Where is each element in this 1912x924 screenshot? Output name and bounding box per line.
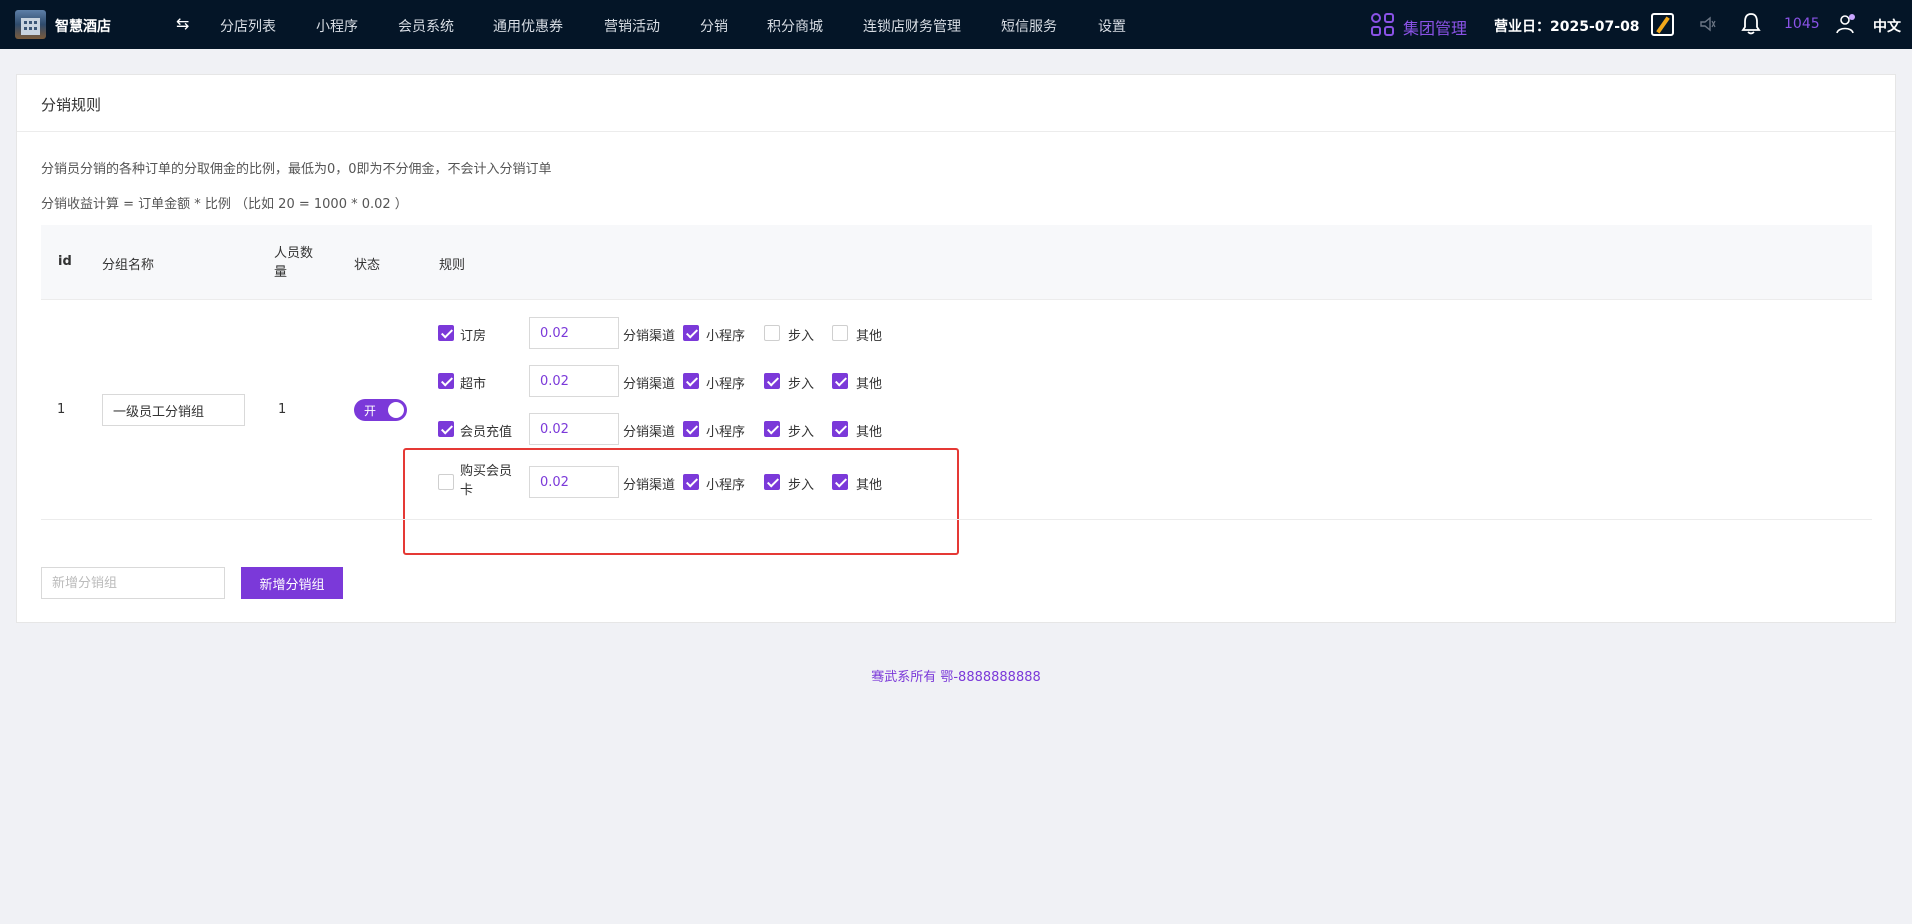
rule-recharge-rate[interactable] [529, 413, 619, 445]
th-group-name: 分组名称 [102, 258, 155, 273]
highlight-annotation-box [403, 448, 959, 555]
rule-market-channel-walkin[interactable] [764, 373, 780, 389]
toggle-knob [388, 402, 404, 418]
add-group-button[interactable]: 新增分销组 [241, 567, 343, 599]
rule-recharge-label: 会员充值 [460, 425, 513, 440]
edit-icon[interactable] [1651, 13, 1674, 36]
rule-recharge-channel-walkin[interactable] [764, 421, 780, 437]
rule-market-channel-label: 分销渠道 [623, 377, 676, 392]
nav-mini-program[interactable]: 小程序 [316, 16, 358, 36]
group-manage-icon[interactable] [1371, 13, 1395, 37]
channel-label: 步入 [788, 329, 815, 344]
group-name-input[interactable] [102, 394, 245, 426]
bell-icon[interactable] [1740, 12, 1762, 36]
channel-label: 其他 [856, 377, 883, 392]
group-manage-link[interactable]: 集团管理 [1403, 15, 1467, 39]
new-group-input[interactable] [41, 567, 225, 599]
rule-room-channel-label: 分销渠道 [623, 329, 676, 344]
cell-member-count: 1 [278, 402, 287, 417]
channel-label: 小程序 [706, 377, 746, 392]
rule-market-channel-miniprogram[interactable] [683, 373, 699, 389]
title-divider [17, 131, 1895, 132]
cell-id: 1 [57, 402, 66, 417]
rule-recharge-checkbox[interactable] [438, 421, 454, 437]
th-rule: 规则 [439, 258, 466, 273]
status-toggle[interactable]: 开 [354, 399, 407, 421]
channel-label: 其他 [856, 329, 883, 344]
nav-points-mall[interactable]: 积分商城 [767, 16, 823, 36]
channel-label: 小程序 [706, 425, 746, 440]
rule-recharge-channel-other[interactable] [832, 421, 848, 437]
nav-settings[interactable]: 设置 [1098, 16, 1126, 36]
status-toggle-label: 开 [364, 404, 377, 418]
rule-room-channel-walkin[interactable] [764, 325, 780, 341]
hotel-logo[interactable] [15, 10, 46, 39]
channel-label: 步入 [788, 425, 815, 440]
footer-copyright: 骞武系所有 鄂-8888888888 [871, 670, 1041, 685]
th-status: 状态 [354, 258, 381, 273]
rule-market-channel-other[interactable] [832, 373, 848, 389]
rule-room-channel-other[interactable] [832, 325, 848, 341]
formula-note: 分销收益计算 = 订单金额 * 比例 （比如 20 = 1000 * 0.02 … [41, 197, 408, 212]
nav-chain-finance[interactable]: 连锁店财务管理 [863, 16, 961, 36]
nav-marketing[interactable]: 营销活动 [604, 16, 660, 36]
user-icon[interactable] [1836, 13, 1856, 35]
language-switch[interactable]: 中文 [1873, 16, 1901, 36]
table-header: id 分组名称 人员数量 状态 规则 [41, 225, 1872, 300]
distribution-rules-card: 分销规则 分销员分销的各种订单的分取佣金的比例，最低为0，0即为不分佣金，不会计… [16, 74, 1896, 623]
rule-market-label: 超市 [460, 377, 487, 392]
swap-icon[interactable]: ⇆ [176, 14, 189, 33]
rule-recharge-channel-label: 分销渠道 [623, 425, 676, 440]
nav-member-system[interactable]: 会员系统 [398, 16, 454, 36]
notification-count[interactable]: 1045 [1784, 16, 1820, 32]
app-name: 智慧酒店 [55, 19, 111, 35]
nav-coupons[interactable]: 通用优惠券 [493, 16, 563, 36]
channel-label: 小程序 [706, 329, 746, 344]
speaker-icon[interactable] [1699, 15, 1717, 33]
th-member-count: 人员数量 [274, 246, 314, 280]
channel-label: 其他 [856, 425, 883, 440]
rule-market-checkbox[interactable] [438, 373, 454, 389]
nav-sms-service[interactable]: 短信服务 [1001, 16, 1057, 36]
rule-room-channel-miniprogram[interactable] [683, 325, 699, 341]
business-day: 营业日：2025-07-08 [1494, 19, 1640, 35]
top-navbar: 智慧酒店 ⇆ 分店列表 小程序 会员系统 通用优惠券 营销活动 分销 积分商城 … [0, 0, 1912, 49]
rule-room-checkbox[interactable] [438, 325, 454, 341]
rule-market-rate[interactable] [529, 365, 619, 397]
rule-room-label: 订房 [460, 329, 487, 344]
th-id: id [58, 254, 72, 269]
channel-label: 步入 [788, 377, 815, 392]
nav-branch-list[interactable]: 分店列表 [220, 16, 276, 36]
row-divider [41, 519, 1872, 520]
nav-distribution[interactable]: 分销 [700, 16, 728, 36]
rule-note: 分销员分销的各种订单的分取佣金的比例，最低为0，0即为不分佣金，不会计入分销订单 [41, 162, 552, 177]
rule-room-rate[interactable] [529, 317, 619, 349]
page-title: 分销规则 [41, 96, 102, 114]
rule-recharge-channel-miniprogram[interactable] [683, 421, 699, 437]
